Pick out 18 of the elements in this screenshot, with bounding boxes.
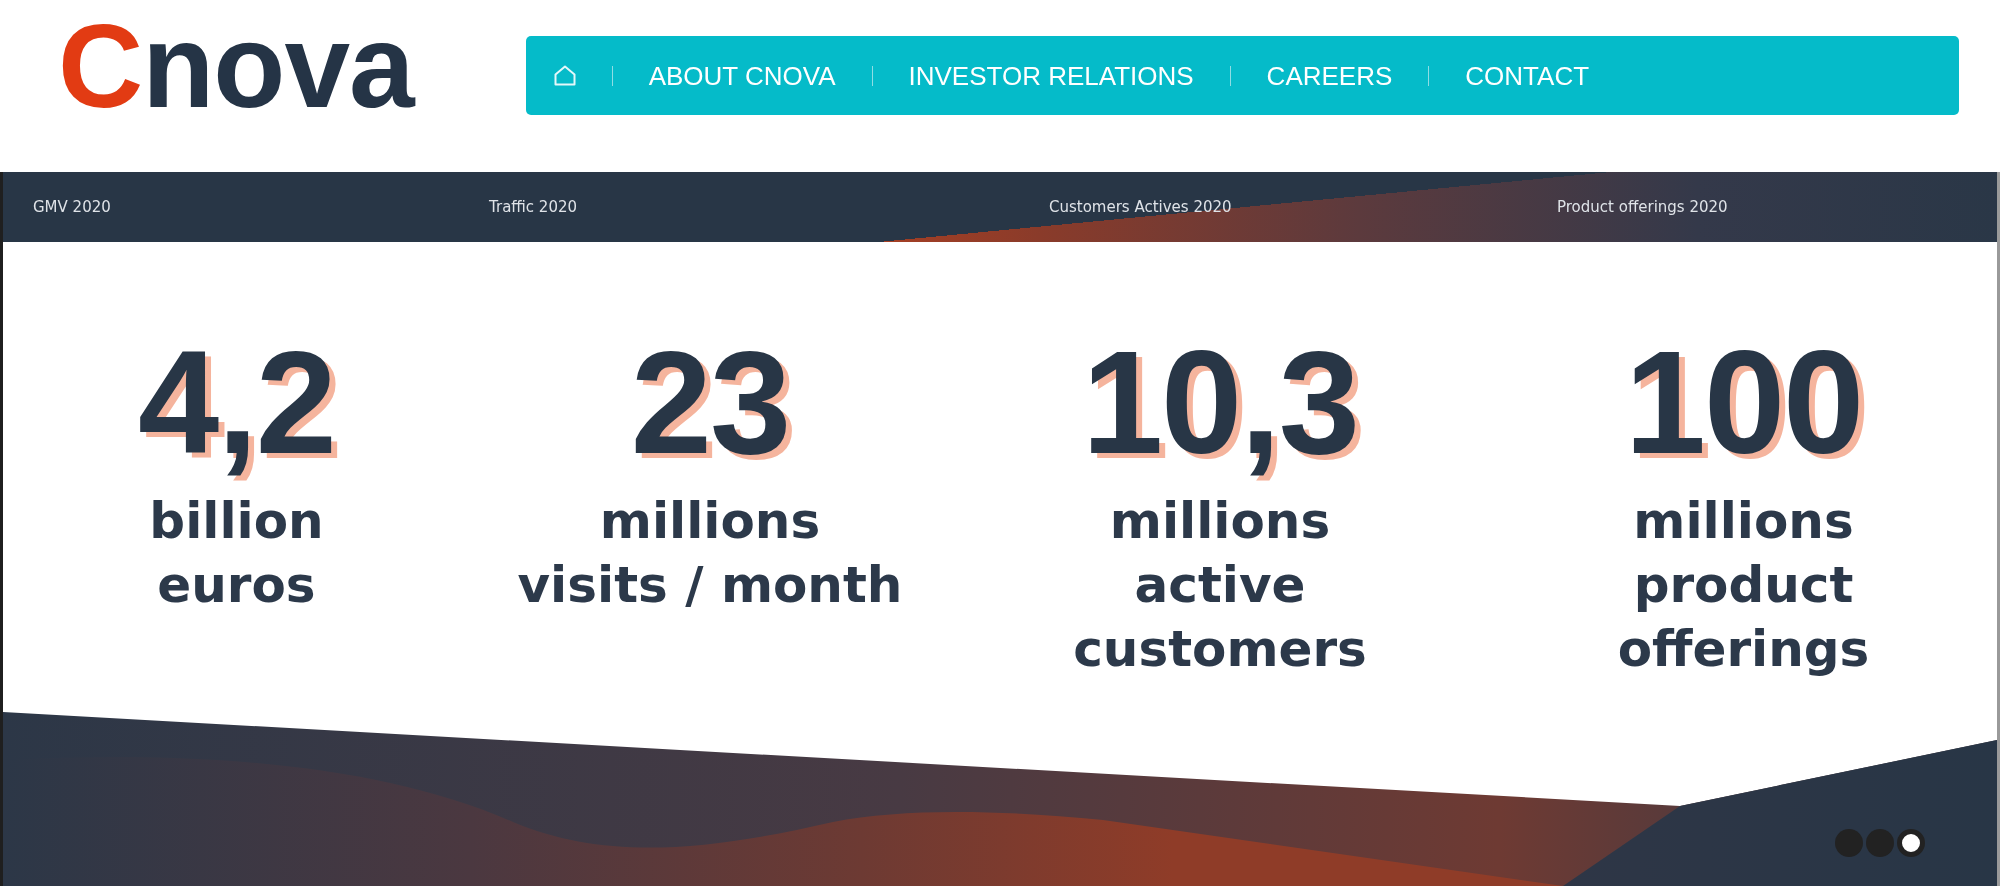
nav-link[interactable]: CAREERS bbox=[1266, 60, 1393, 91]
stat-caption: billion euros bbox=[149, 491, 324, 616]
stat-number: 100 bbox=[1624, 330, 1863, 476]
stat-number: 4,2 bbox=[138, 330, 335, 476]
stat-caption: millions active customers bbox=[1073, 491, 1367, 680]
stat-number: 10,3 bbox=[1081, 330, 1359, 476]
nav-link[interactable]: INVESTOR RELATIONS bbox=[908, 60, 1194, 91]
stat-heading: GMV 2020 bbox=[33, 198, 111, 216]
stat-heading: Customers Actives 2020 bbox=[1049, 198, 1232, 216]
stat-heading: Product offerings 2020 bbox=[1557, 198, 1728, 216]
stat-heading: Traffic 2020 bbox=[489, 198, 577, 216]
stat-number: 23 bbox=[630, 330, 790, 476]
nav-link[interactable]: ABOUT CNOVA bbox=[648, 60, 836, 91]
nav-link[interactable]: CONTACT bbox=[1465, 60, 1590, 91]
home-icon[interactable] bbox=[553, 65, 576, 86]
stat-caption: millions product offerings bbox=[1617, 491, 1870, 680]
logo[interactable]: Cnova bbox=[58, 7, 414, 125]
stat-caption: millions visits / month bbox=[517, 491, 903, 616]
